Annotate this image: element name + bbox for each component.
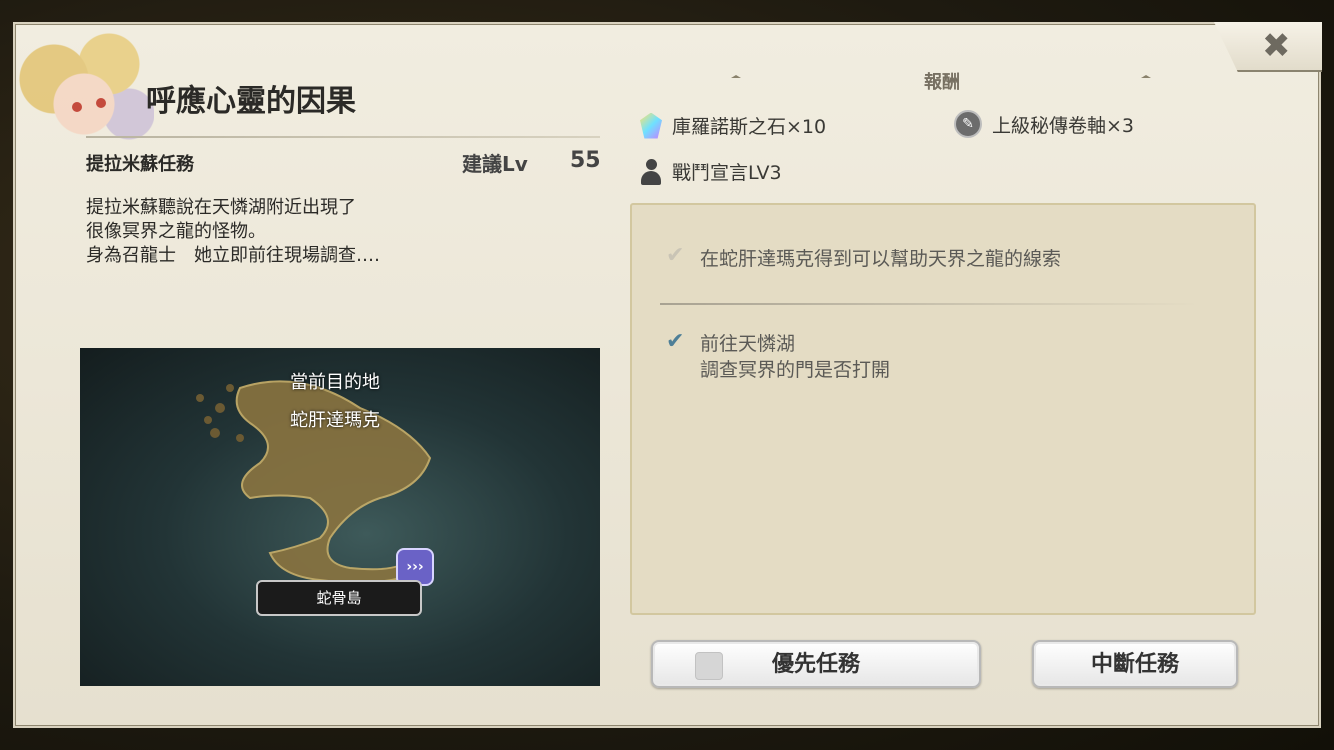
abort-quest-label: 中斷任務 [1090, 651, 1179, 677]
recommended-level-value: 55 [570, 148, 601, 173]
quest-title: 呼應心靈的因果 [146, 84, 356, 119]
objective-divider [660, 303, 1200, 305]
reward-header-ornament-right [1141, 75, 1151, 78]
check-icon: ✔ [666, 329, 685, 354]
objective-subtext: 調查冥界的門是否打開 [700, 359, 891, 381]
abort-quest-button[interactable]: 中斷任務 [1032, 640, 1238, 688]
priority-quest-label: 優先任務 [771, 651, 860, 677]
current-destination-label: 當前目的地 [290, 372, 380, 393]
portrait-eye [96, 98, 106, 108]
reward-item: 庫羅諾斯之石×10 [640, 112, 826, 139]
person-icon [640, 158, 662, 185]
quest-type: 提拉米蘇任務 [86, 154, 194, 175]
priority-checkbox[interactable] [695, 652, 723, 680]
quest-map[interactable]: 當前目的地 蛇肝達瑪克 ››› 蛇骨島 [80, 348, 600, 686]
location-plate[interactable]: 蛇骨島 [256, 580, 422, 616]
title-divider [86, 136, 600, 138]
current-destination-name: 蛇肝達瑪克 [290, 410, 380, 431]
crystal-icon [640, 112, 662, 139]
reward-label: 庫羅諾斯之石×10 [672, 116, 827, 138]
reward-item: 戰鬥宣言LV3 [640, 158, 782, 185]
description-line: 身為召龍士 她立即前往現場調查‥‥ [86, 245, 381, 266]
objective-text: 前往天憐湖 [700, 333, 796, 355]
close-icon[interactable]: ✖ [1262, 26, 1291, 66]
check-icon: ✔ [666, 243, 685, 268]
quest-description: 提拉米蘇聽說在天憐湖附近出現了 很像冥界之龍的怪物。 身為召龍士 她立即前往現場… [86, 196, 380, 268]
rewards-header: 報酬 [924, 72, 960, 93]
priority-quest-button[interactable]: 優先任務 [651, 640, 981, 688]
description-line: 很像冥界之龍的怪物。 [86, 221, 266, 242]
objective-text: 在蛇肝達瑪克得到可以幫助天界之龍的線索 [700, 248, 1062, 270]
description-line: 提拉米蘇聽說在天憐湖附近出現了 [86, 197, 356, 218]
objectives-box: ✔ 在蛇肝達瑪克得到可以幫助天界之龍的線索 ✔ 前往天憐湖 調查冥界的門是否打開 [630, 203, 1256, 615]
map-terrain [196, 380, 432, 584]
scroll-icon: ✎ [954, 110, 982, 138]
reward-item: ✎ 上級秘傳卷軸×3 [954, 110, 1134, 138]
rock-cluster [196, 384, 244, 442]
reward-label: 上級秘傳卷軸×3 [992, 114, 1135, 137]
recommended-level-label: 建議Lv [462, 152, 528, 176]
portrait-eye [72, 102, 82, 112]
reward-header-ornament-left [731, 75, 741, 78]
reward-label: 戰鬥宣言LV3 [672, 162, 782, 184]
